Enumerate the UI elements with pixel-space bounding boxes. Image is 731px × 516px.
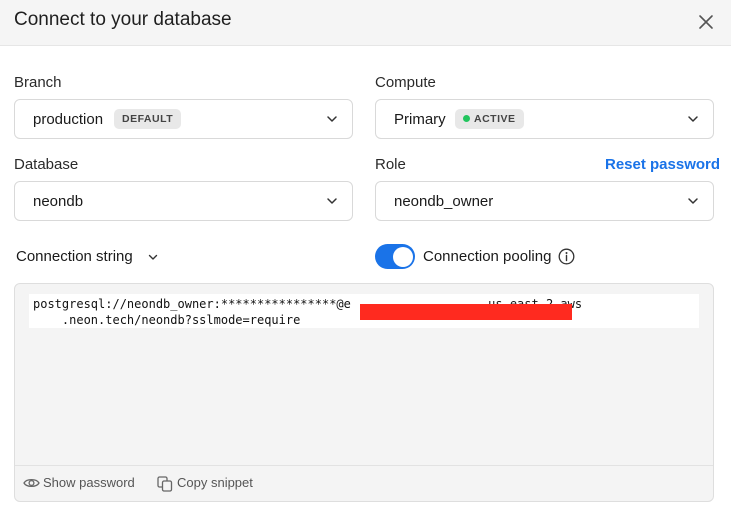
info-icon[interactable] [558, 248, 575, 265]
redacted-host-block [360, 304, 572, 320]
branch-label: Branch [14, 74, 62, 91]
active-badge-label: ACTIVE [474, 113, 516, 125]
active-badge: ACTIVE [455, 109, 524, 129]
compute-select[interactable]: Primary ACTIVE [375, 99, 714, 139]
connection-string-box[interactable]: postgresql://neondb_owner:**************… [29, 294, 699, 328]
role-select[interactable]: neondb_owner [375, 181, 714, 221]
eye-icon [23, 478, 40, 488]
chevron-down-icon[interactable] [148, 252, 158, 262]
chevron-down-icon [327, 198, 337, 204]
compute-value: Primary [394, 111, 446, 128]
copy-snippet-label: Copy snippet [177, 475, 253, 490]
code-line-2: .neon.tech/neondb?sslmode=require [33, 313, 301, 327]
close-icon[interactable] [696, 12, 716, 32]
connection-pooling-toggle[interactable] [375, 244, 415, 269]
compute-label: Compute [375, 74, 436, 91]
chevron-down-icon [688, 116, 698, 122]
connection-string-dropdown[interactable]: Connection string [16, 248, 133, 265]
show-password-label: Show password [43, 475, 135, 490]
status-dot-icon [463, 115, 470, 122]
chevron-down-icon [327, 116, 337, 122]
reset-password-link[interactable]: Reset password [605, 156, 720, 173]
default-badge: DEFAULT [114, 109, 182, 129]
dialog-title: Connect to your database [14, 9, 232, 30]
role-value: neondb_owner [394, 193, 494, 210]
branch-select[interactable]: production DEFAULT [14, 99, 353, 139]
branch-value: production [33, 111, 104, 128]
snippet-footer: Show password Copy snippet [15, 465, 713, 501]
database-value: neondb [33, 193, 84, 210]
database-label: Database [14, 156, 79, 173]
chevron-down-icon [688, 198, 698, 204]
connection-pooling-label: Connection pooling [423, 248, 552, 265]
role-label: Role [375, 156, 406, 173]
dialog-header: Connect to your database [0, 0, 731, 46]
copy-icon [157, 476, 173, 492]
toggle-knob [393, 246, 413, 267]
connection-snippet-panel: postgresql://neondb_owner:**************… [14, 283, 714, 502]
database-select[interactable]: neondb [14, 181, 353, 221]
